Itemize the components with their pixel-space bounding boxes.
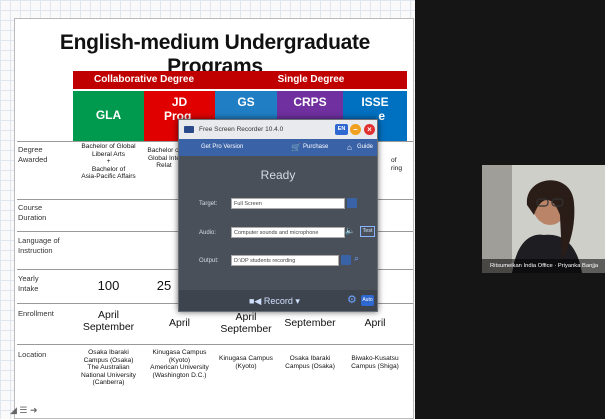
enrollment-gla: April September [82, 309, 135, 334]
auto-button[interactable]: Auto [361, 295, 374, 306]
location-gla: Osaka Ibaraki Campus (Osaka) The Austral… [81, 349, 136, 387]
location-jd: Kinugasa Campus (Kyoto) American Univers… [150, 349, 209, 379]
minimize-icon[interactable]: – [350, 124, 361, 135]
participant-video [482, 165, 605, 273]
purchase-link[interactable]: Purchase [303, 139, 328, 156]
screen-recorder-window[interactable]: Free Screen Recorder 10.4.0 EN – × Get P… [178, 119, 378, 312]
row-label-location: Location [18, 350, 47, 359]
cart-icon: 🛒 [291, 143, 301, 152]
participant-name-label: Ritsumeikan India Office · Priyanka Banj… [482, 259, 605, 273]
record-label: Record [263, 296, 293, 306]
column-gs-label: GS [237, 95, 255, 109]
row-label-intake: Yearly Intake [18, 274, 39, 293]
location-gs: Kinugasa Campus (Kyoto) [219, 355, 273, 370]
record-button[interactable]: ■◀ Record ▾ [249, 294, 300, 308]
row-label-degree: Degree Awarded [18, 145, 48, 164]
column-jd-label: JD [171, 95, 188, 109]
enrollment-jd: April [168, 317, 190, 329]
row-label-duration: Course Duration [18, 203, 47, 222]
slide-controls-icon[interactable]: ◢ ☰ ➜ [10, 405, 38, 416]
language-button[interactable]: EN [335, 124, 348, 135]
camera-icon: ■◀ [249, 296, 262, 306]
column-isse-label: ISSE [361, 95, 389, 109]
target-label: Target: [199, 201, 218, 207]
enrollment-crps: September [284, 317, 336, 329]
enrollment-isse: April [364, 317, 386, 329]
single-degree-header: Single Degree [215, 71, 407, 89]
output-path-field[interactable]: D:\DP students recording [231, 255, 339, 266]
gear-icon[interactable]: ⚙ [347, 294, 357, 306]
audio-label: Audio: [199, 230, 217, 236]
recorder-title: Free Screen Recorder 10.4.0 [199, 126, 284, 133]
get-pro-link[interactable]: Get Pro Version [201, 139, 243, 156]
speaker-icon[interactable]: 🔈 [345, 226, 355, 235]
search-icon[interactable]: ⌕ [354, 253, 359, 264]
audio-select[interactable]: Computer sounds and microphone [231, 227, 345, 238]
degree-isse: of ring [391, 157, 402, 172]
guide-link[interactable]: Guide [357, 139, 373, 156]
webcam-tile [482, 165, 605, 273]
collaborative-degree-header: Collaborative Degree [73, 71, 215, 89]
intake-gla: 100 [97, 278, 120, 293]
folder-icon[interactable] [341, 255, 351, 265]
location-isse: Biwako-Kusatsu Campus (Shiga) [351, 355, 399, 370]
column-gla-label: GLA [95, 108, 122, 122]
row-label-enrollment: Enrollment [18, 309, 54, 318]
monitor-icon[interactable] [347, 198, 357, 208]
test-button[interactable]: Test [360, 226, 375, 237]
column-gla: GLA [73, 91, 144, 141]
recorder-status: Ready [260, 168, 296, 182]
output-label: Output: [199, 258, 219, 264]
close-icon[interactable]: × [364, 124, 375, 135]
enrollment-gs: April September [220, 311, 272, 336]
recorder-toolbar: Get Pro Version 🛒 Purchase ⌂ Guide [179, 139, 377, 156]
row-label-language: Language of Instruction [18, 236, 60, 255]
row-divider [17, 344, 413, 345]
degree-gla: Bachelor of Global Liberal Arts + Bachel… [81, 143, 136, 181]
location-crps: Osaka Ibaraki Campus (Osaka) [285, 355, 335, 370]
recorder-logo-icon [184, 126, 194, 133]
column-crps-label: CRPS [293, 95, 327, 109]
home-icon: ⌂ [347, 143, 352, 152]
target-select[interactable]: Full Screen [231, 198, 345, 209]
